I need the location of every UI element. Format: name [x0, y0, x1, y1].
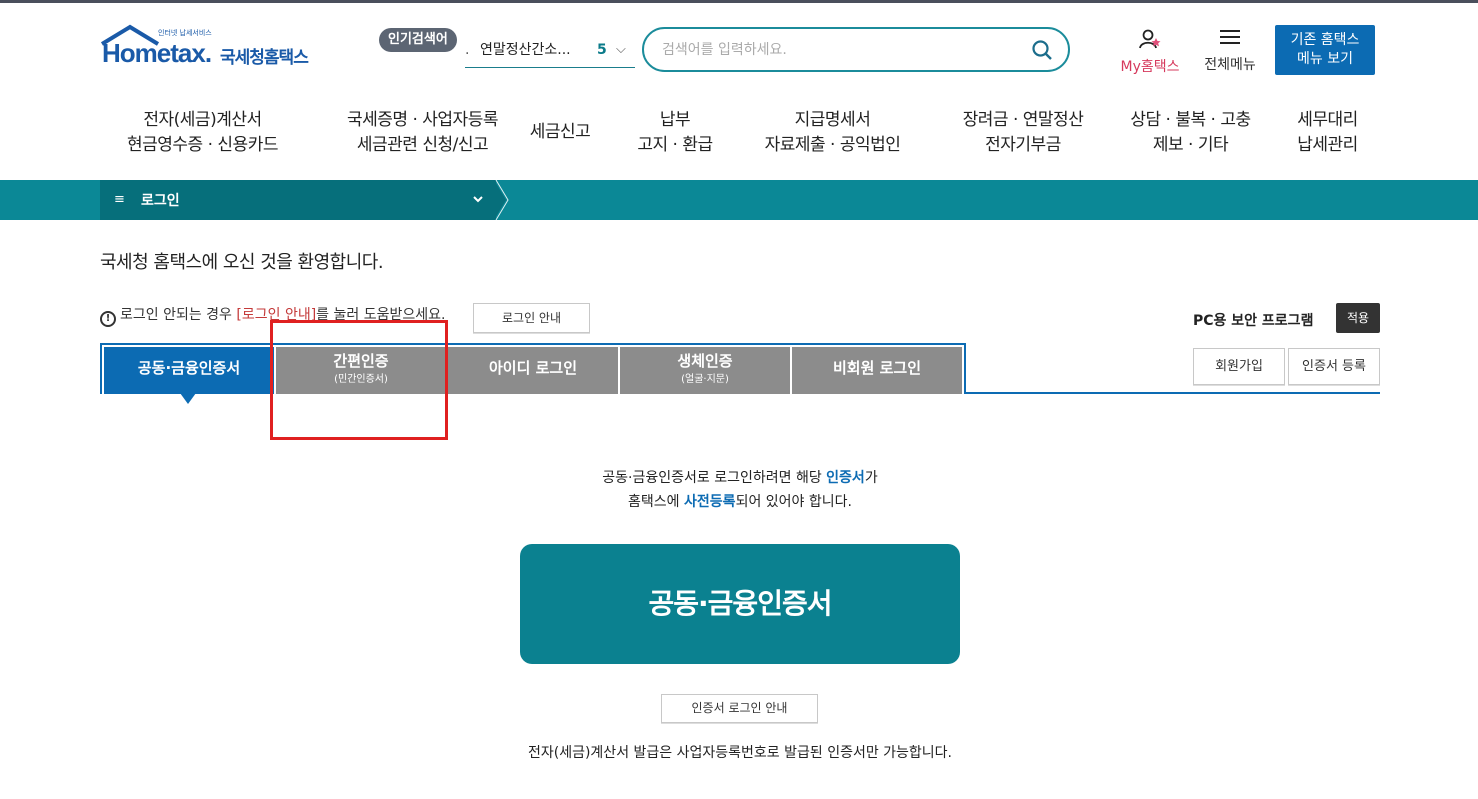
gnb-line2: 제보 · 기타	[1152, 135, 1229, 155]
gnb-line1: 세무대리	[1297, 110, 1358, 130]
gnb-line1: 상담 · 불복 · 고충	[1130, 110, 1251, 130]
certificate-description: 공동·금융인증서로 로그인하려면 해당 인증서가 홈택스에 사전등록되어 있어야…	[480, 466, 1000, 514]
gnb-line1: 장려금 · 연말정산	[962, 110, 1084, 130]
tab-label: 공동·금융인증서	[137, 359, 241, 377]
popular-search-dropdown[interactable]: . 연말정산간소... 5 ⌵	[465, 38, 635, 68]
gnb-item-tax-agent[interactable]: 세무대리 납세관리	[1275, 108, 1380, 158]
login-guide-button[interactable]: 로그인 안내	[473, 303, 590, 333]
joint-certificate-login-button[interactable]: 공동·금융인증서	[520, 544, 960, 664]
login-tabs: 공동·금융인증서 간편인증 (민간인증서) 아이디 로그인 생체인증 (얼굴·지…	[100, 343, 966, 394]
breadcrumb-label: 로그인	[141, 193, 180, 209]
gnb-line1: 전자(세금)계산서	[143, 110, 262, 130]
all-menu-label: 전체메뉴	[1204, 57, 1256, 73]
popular-search-badge: 인기검색어	[379, 28, 457, 52]
hamburger-menu-icon	[1220, 30, 1240, 44]
logo-tagline: 인터넷 납세서비스	[158, 29, 212, 37]
chevron-down-icon[interactable]: ⌵	[616, 38, 626, 62]
security-apply-button[interactable]: 적용	[1336, 303, 1380, 333]
old-hometax-menu-button[interactable]: 기존 홈택스 메뉴 보기	[1275, 25, 1375, 75]
desc-line1-c: 가	[864, 470, 878, 486]
user-star-icon	[1139, 29, 1161, 49]
info-icon: !	[100, 311, 116, 327]
notice-text-before: 로그인 안되는 경우	[120, 307, 237, 323]
gnb-item-incentive[interactable]: 장려금 · 연말정산 전자기부금	[938, 108, 1108, 158]
desc-line1-a: 공동·금융인증서로 로그인하려면 해당	[602, 470, 827, 486]
gnb-item-payment-statement[interactable]: 지급명세서 자료제출 · 공익법인	[750, 108, 915, 158]
search-input[interactable]	[662, 38, 1022, 62]
popular-search-term[interactable]: 연말정산간소...	[480, 38, 571, 62]
tab-guest-login[interactable]: 비회원 로그인	[792, 347, 962, 394]
popular-search-rank: 5	[597, 42, 607, 58]
my-hometax-label: My홈택스	[1120, 59, 1180, 75]
gnb-line2: 세금관련 신청/신고	[356, 135, 489, 155]
old-hometax-line1: 기존 홈택스	[1290, 32, 1360, 48]
popular-prefix: .	[465, 42, 470, 58]
gnb-item-consulting[interactable]: 상담 · 불복 · 고충 제보 · 기타	[1108, 108, 1273, 158]
gnb-line1: 납부	[659, 110, 691, 130]
e-invoice-note: 전자(세금)계산서 발급은 사업자등록번호로 발급된 인증서만 가능합니다.	[527, 745, 953, 761]
gnb-line2: 고지 · 환급	[637, 135, 713, 155]
gnb-item-certificates[interactable]: 국세증명 · 사업자등록 세금관련 신청/신고	[320, 108, 525, 158]
breadcrumb-bar: ≡ 로그인	[0, 180, 1478, 220]
tab-id-login[interactable]: 아이디 로그인	[448, 347, 618, 394]
tab-sublabel: (얼굴·지문)	[681, 374, 729, 385]
active-tab-pointer	[180, 393, 196, 404]
join-member-button[interactable]: 회원가입	[1193, 348, 1285, 385]
gnb-line2: 현금영수증 · 신용카드	[127, 135, 278, 155]
desc-line2-a: 홈택스에	[628, 494, 685, 510]
tab-label: 생체인증	[677, 352, 733, 370]
hometax-logo[interactable]: 인터넷 납세서비스 Hometax. 국세청홈택스	[100, 24, 320, 76]
register-certificate-button[interactable]: 인증서 등록	[1288, 348, 1380, 385]
main-navigation: 전자(세금)계산서 현금영수증 · 신용카드 국세증명 · 사업자등록 세금관련…	[100, 108, 1380, 164]
gnb-line1: 지급명세서	[794, 110, 871, 130]
search-icon[interactable]	[1031, 39, 1053, 61]
desc-line2-b: 사전등록	[684, 494, 736, 510]
gnb-line1: 세금신고	[529, 122, 591, 142]
pc-security-label: PC용 보안 프로그램	[1193, 313, 1314, 329]
search-box	[642, 27, 1070, 72]
gnb-item-payment[interactable]: 납부 고지 · 환급	[625, 108, 725, 158]
tab-label: 아이디 로그인	[488, 359, 578, 377]
highlight-box	[270, 320, 448, 440]
tab-biometric-auth[interactable]: 생체인증 (얼굴·지문)	[620, 347, 790, 394]
all-menu-button[interactable]: 전체메뉴	[1198, 28, 1262, 74]
desc-line1-b: 인증서	[826, 470, 865, 486]
old-hometax-line2: 메뉴 보기	[1297, 51, 1353, 67]
certificate-login-guide-button[interactable]: 인증서 로그인 안내	[661, 694, 818, 723]
gnb-line1: 국세증명 · 사업자등록	[347, 110, 498, 130]
my-hometax-button[interactable]: My홈택스	[1114, 28, 1186, 76]
breadcrumb-arrow-icon	[494, 180, 509, 220]
desc-line2-c: 되어 있어야 합니다.	[735, 494, 852, 510]
gnb-item-e-invoice[interactable]: 전자(세금)계산서 현금영수증 · 신용카드	[100, 108, 305, 158]
logo-brand: Hometax.	[102, 38, 212, 68]
tab-joint-certificate[interactable]: 공동·금융인증서	[104, 347, 274, 394]
gnb-line2: 납세관리	[1297, 135, 1358, 155]
gnb-item-tax-return[interactable]: 세금신고	[510, 120, 610, 145]
welcome-heading: 국세청 홈택스에 오신 것을 환영합니다.	[100, 252, 384, 273]
logo-korean-name: 국세청홈택스	[220, 48, 309, 68]
breadcrumb-menu-icon: ≡	[114, 192, 125, 207]
top-border	[0, 0, 1478, 3]
chevron-down-icon[interactable]	[472, 190, 484, 208]
gnb-line2: 전자기부금	[985, 135, 1061, 155]
tab-label: 비회원 로그인	[832, 359, 922, 377]
gnb-line2: 자료제출 · 공익법인	[764, 135, 901, 155]
